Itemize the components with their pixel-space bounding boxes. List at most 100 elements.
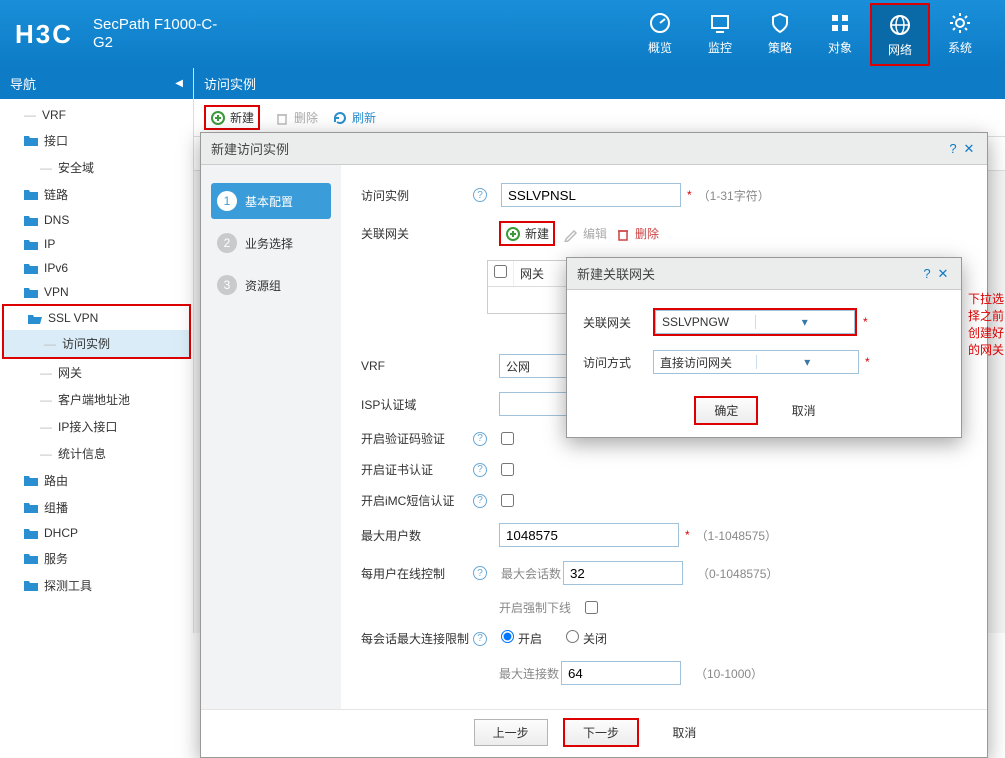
help-icon[interactable]: ? (919, 266, 935, 281)
tree-vrf[interactable]: —VRF (0, 103, 193, 127)
collapse-icon[interactable]: ◀ (175, 78, 183, 89)
nav-tree: —VRF 接口 —安全域 链路 DNS IP IPv6 VPN SSL VPN … (0, 99, 193, 603)
forceoff-label: 开启强制下线 (499, 599, 585, 616)
tree-probe[interactable]: 探测工具 (0, 572, 193, 599)
maxuser-label: 最大用户数 (361, 527, 471, 544)
new-button[interactable]: 新建 (204, 105, 260, 130)
pencil-icon (563, 226, 579, 242)
nav-policy[interactable]: 策略 (750, 3, 810, 66)
next-button[interactable]: 下一步 (563, 718, 639, 747)
dialog-new-instance: 新建访问实例 ? ✕ 1基本配置 2业务选择 3资源组 访问实例 ? * （1-… (200, 132, 988, 758)
maxuser-hint: （1-1048575） (696, 527, 777, 544)
gw-select-all[interactable] (494, 265, 507, 278)
ok-button[interactable]: 确定 (694, 396, 758, 425)
nav-system[interactable]: 系统 (930, 3, 990, 66)
d2-method-select[interactable]: 直接访问网关▾ (653, 350, 859, 374)
annotation-note: 下拉选择之前创建好的网关 (968, 290, 1005, 358)
step-basic[interactable]: 1基本配置 (211, 183, 331, 219)
close-icon[interactable]: ✕ (961, 141, 977, 157)
imc-label: 开启iMC短信认证 (361, 492, 471, 509)
product-name: SecPath F1000-C- G2 (93, 16, 217, 52)
help-icon[interactable]: ? (473, 188, 487, 202)
nav-overview[interactable]: 概览 (630, 3, 690, 66)
refresh-button[interactable]: 刷新 (332, 109, 376, 126)
step-resource[interactable]: 3资源组 (211, 267, 331, 303)
prev-button[interactable]: 上一步 (474, 719, 548, 746)
imc-checkbox[interactable] (501, 494, 514, 507)
gauge-icon (648, 11, 672, 35)
d2-method-label: 访问方式 (583, 354, 653, 371)
dialog2-titlebar[interactable]: 新建关联网关 ? ✕ (567, 258, 961, 290)
dialog-new-gateway: 新建关联网关 ? ✕ 关联网关 SSLVPNGW▾ * 访问方式 直接访问网关▾ (566, 257, 962, 438)
shield-icon (768, 11, 792, 35)
maxuser-input[interactable] (499, 523, 679, 547)
tree-ip[interactable]: IP (0, 232, 193, 256)
tree-stats[interactable]: —统计信息 (0, 440, 193, 467)
monitor-icon (708, 11, 732, 35)
tree-dhcp[interactable]: DHCP (0, 521, 193, 545)
code-checkbox[interactable] (501, 432, 514, 445)
tree-multicast[interactable]: 组播 (0, 494, 193, 521)
inner-delete-button[interactable]: 删除 (615, 225, 659, 242)
maxsession-label: 最大会话数 (501, 565, 563, 582)
trash-icon (615, 226, 631, 242)
nav-monitor[interactable]: 监控 (690, 3, 750, 66)
tree-securityzone[interactable]: —安全域 (0, 154, 193, 181)
help-icon[interactable]: ? (473, 494, 487, 508)
close-icon[interactable]: ✕ (935, 266, 951, 282)
gear-icon (948, 11, 972, 35)
top-nav: 概览 监控 策略 对象 网络 系统 (630, 3, 990, 66)
brand-logo: H3C (15, 19, 73, 50)
chevron-down-icon: ▾ (755, 315, 855, 329)
d2-cancel-button[interactable]: 取消 (774, 398, 834, 423)
forceoff-checkbox[interactable] (585, 601, 598, 614)
tree-sslvpn[interactable]: SSL VPN (4, 306, 189, 330)
d2-gw-select[interactable]: SSLVPNGW▾ (655, 310, 855, 334)
content-title: 访问实例 (194, 68, 1005, 99)
dialog1-titlebar[interactable]: 新建访问实例 ? ✕ (201, 133, 987, 165)
tree-gateway[interactable]: —网关 (0, 359, 193, 386)
dialog1-footer: 上一步 下一步 取消 (201, 709, 987, 757)
maxconnnum-label: 最大连接数 (499, 665, 561, 682)
tree-interface[interactable]: 接口 (0, 127, 193, 154)
inner-new-button[interactable]: 新建 (499, 221, 555, 246)
delete-button[interactable]: 删除 (274, 109, 318, 126)
maxsession-input[interactable] (563, 561, 683, 585)
trash-icon (274, 110, 290, 126)
help-icon[interactable]: ? (473, 632, 487, 646)
tree-clientpool[interactable]: —客户端地址池 (0, 386, 193, 413)
inner-edit-button[interactable]: 编辑 (563, 225, 607, 242)
tree-ipaccess-if[interactable]: —IP接入接口 (0, 413, 193, 440)
tree-ipv6[interactable]: IPv6 (0, 256, 193, 280)
access-input[interactable] (501, 183, 681, 207)
tree-dns[interactable]: DNS (0, 208, 193, 232)
tree-route[interactable]: 路由 (0, 467, 193, 494)
cert-checkbox[interactable] (501, 463, 514, 476)
isp-label: ISP认证域 (361, 396, 471, 413)
refresh-icon (332, 110, 348, 126)
step-business[interactable]: 2业务选择 (211, 225, 331, 261)
cancel-button[interactable]: 取消 (654, 720, 714, 745)
chevron-down-icon: ▾ (756, 355, 859, 369)
help-icon[interactable]: ? (945, 141, 961, 156)
access-label: 访问实例 (361, 187, 471, 204)
nav-network[interactable]: 网络 (870, 3, 930, 66)
tree-access-instance[interactable]: —访问实例 (4, 330, 189, 357)
vrf-label: VRF (361, 359, 471, 373)
tree-link[interactable]: 链路 (0, 181, 193, 208)
peruser-label: 每用户在线控制 (361, 565, 471, 582)
maxconn-input[interactable] (561, 661, 681, 685)
access-hint: （1-31字符） (698, 187, 770, 204)
tree-service[interactable]: 服务 (0, 545, 193, 572)
dialog2-title: 新建关联网关 (577, 264, 919, 283)
sidebar: 导航 ◀ —VRF 接口 —安全域 链路 DNS IP IPv6 VPN SSL… (0, 68, 194, 633)
help-icon[interactable]: ? (473, 463, 487, 477)
nav-object[interactable]: 对象 (810, 3, 870, 66)
plus-icon (210, 110, 226, 126)
help-icon[interactable]: ? (473, 432, 487, 446)
sidebar-title: 导航 (10, 74, 36, 93)
help-icon[interactable]: ? (473, 566, 487, 580)
d2-gw-label: 关联网关 (583, 314, 653, 331)
tree-vpn[interactable]: VPN (0, 280, 193, 304)
maxconn-hint: （10-1000） (695, 665, 763, 682)
